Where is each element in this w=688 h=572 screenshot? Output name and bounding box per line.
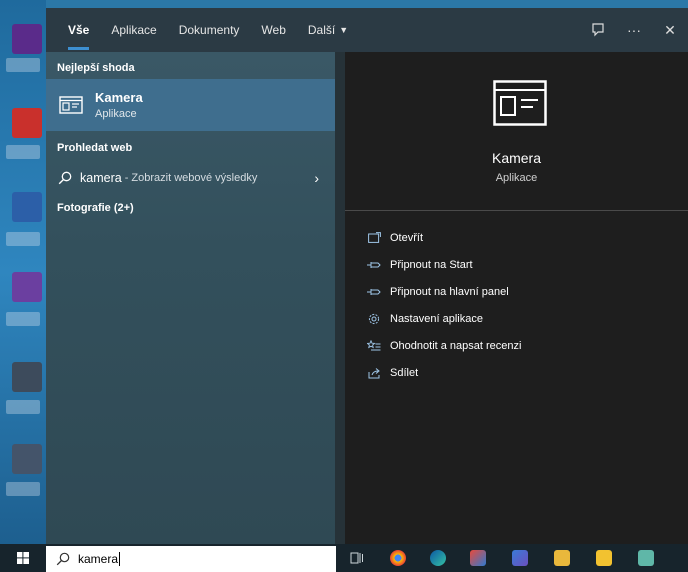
- results-panel: Nejlepší shoda Kamera Aplikace Prohledat…: [46, 52, 335, 544]
- search-icon: [56, 552, 70, 566]
- search-tabs-bar: Vše Aplikace Dokumenty Web Další ▼ ··· ✕: [46, 8, 688, 52]
- detail-panel: Kamera Aplikace Otevřít Připnout na Star…: [335, 52, 688, 544]
- tab-apps[interactable]: Aplikace: [111, 8, 156, 52]
- search-input-value: kamera: [78, 551, 119, 566]
- app-icon[interactable]: [638, 550, 654, 566]
- desktop-app-icon[interactable]: [12, 24, 42, 54]
- desktop-icon-label: [6, 482, 40, 496]
- tab-web[interactable]: Web: [261, 8, 285, 52]
- desktop-app-icon[interactable]: [12, 272, 42, 302]
- desktop-background: [0, 0, 46, 544]
- desktop-icon-label: [6, 312, 40, 326]
- tab-label: Aplikace: [111, 23, 157, 37]
- web-search-item[interactable]: kamera - Zobrazit webové výsledky ›: [46, 164, 335, 192]
- text-cursor: [119, 552, 121, 567]
- best-match-text: Kamera Aplikace: [95, 90, 143, 120]
- file-explorer-icon[interactable]: [554, 550, 570, 566]
- tab-more[interactable]: Další ▼: [308, 8, 348, 52]
- windows-logo-icon: [17, 552, 29, 564]
- desktop-app-icon[interactable]: [12, 192, 42, 222]
- best-match-item[interactable]: Kamera Aplikace: [46, 79, 335, 131]
- action-label: Připnout na hlavní panel: [390, 285, 509, 298]
- detail-title: Kamera: [491, 150, 542, 166]
- desktop-icon-label: [6, 145, 40, 159]
- tab-label: Vše: [68, 23, 90, 37]
- tab-all[interactable]: Vše: [68, 8, 90, 52]
- tab-label: Další: [307, 23, 336, 37]
- action-label: Otevřít: [390, 231, 424, 244]
- more-icon: ···: [627, 22, 641, 38]
- action-open[interactable]: Otevřít: [367, 224, 521, 251]
- chevron-right-icon: ›: [314, 170, 319, 186]
- best-match-title: Kamera: [95, 90, 143, 105]
- action-share[interactable]: Sdílet: [367, 359, 521, 386]
- web-search-heading: Prohledat web: [57, 142, 133, 154]
- web-search-hint: - Zobrazit webové výsledky: [124, 172, 258, 184]
- tab-label: Web: [261, 23, 286, 37]
- divider: [345, 210, 688, 211]
- camera-app-large-icon: [493, 80, 547, 126]
- pin-icon: [367, 285, 381, 299]
- best-match-heading: Nejlepší shoda: [57, 62, 135, 74]
- search-icon: [58, 171, 72, 185]
- chevron-down-icon: ▼: [339, 25, 349, 35]
- feedback-icon: [592, 23, 604, 37]
- close-icon: ✕: [664, 21, 676, 38]
- desktop-app-icon[interactable]: [12, 362, 42, 392]
- action-list: Otevřít Připnout na Start Připnout na hl…: [367, 224, 521, 386]
- best-match-subtitle: Aplikace: [95, 108, 137, 120]
- action-label: Připnout na Start: [390, 258, 473, 271]
- desktop-icon-label: [6, 58, 40, 72]
- more-options-button[interactable]: ···: [616, 8, 652, 52]
- detail-subtitle: Aplikace: [495, 172, 538, 184]
- app-icon[interactable]: [470, 550, 486, 566]
- gear-icon: [367, 312, 381, 326]
- top-actions: ··· ✕: [580, 8, 688, 52]
- close-button[interactable]: ✕: [652, 8, 688, 52]
- desktop-pdf-icon[interactable]: [12, 108, 42, 138]
- search-menu: Vše Aplikace Dokumenty Web Další ▼ ··· ✕ …: [46, 8, 688, 544]
- tab-documents[interactable]: Dokumenty: [179, 8, 240, 52]
- pin-icon: [367, 258, 381, 272]
- web-search-query: kamera: [80, 171, 122, 185]
- start-button[interactable]: [0, 544, 46, 572]
- desktop-icon-label: [6, 232, 40, 246]
- chrome-icon[interactable]: [390, 550, 406, 566]
- desktop-icon-label: [6, 400, 40, 414]
- open-icon: [367, 231, 381, 245]
- action-label: Ohodnotit a napsat recenzi: [390, 339, 522, 352]
- app-icon[interactable]: [596, 550, 612, 566]
- tab-label: Dokumenty: [178, 23, 240, 37]
- taskbar: kamera: [0, 544, 688, 572]
- search-input[interactable]: kamera: [78, 551, 121, 567]
- action-app-settings[interactable]: Nastavení aplikace: [367, 305, 521, 332]
- share-icon: [367, 366, 381, 380]
- action-pin-taskbar[interactable]: Připnout na hlavní panel: [367, 278, 521, 305]
- task-view-icon[interactable]: [350, 551, 364, 565]
- action-label: Sdílet: [390, 366, 419, 379]
- desktop-app-icon[interactable]: [12, 444, 42, 474]
- edge-icon[interactable]: [430, 550, 446, 566]
- action-label: Nastavení aplikace: [390, 312, 483, 325]
- camera-app-icon: [57, 94, 85, 116]
- taskbar-search-box[interactable]: kamera: [46, 546, 336, 572]
- feedback-button[interactable]: [580, 8, 616, 52]
- star-list-icon: [367, 339, 381, 353]
- action-rate-review[interactable]: Ohodnotit a napsat recenzi: [367, 332, 521, 359]
- photos-heading[interactable]: Fotografie (2+): [46, 202, 134, 214]
- app-icon[interactable]: [512, 550, 528, 566]
- action-pin-start[interactable]: Připnout na Start: [367, 251, 521, 278]
